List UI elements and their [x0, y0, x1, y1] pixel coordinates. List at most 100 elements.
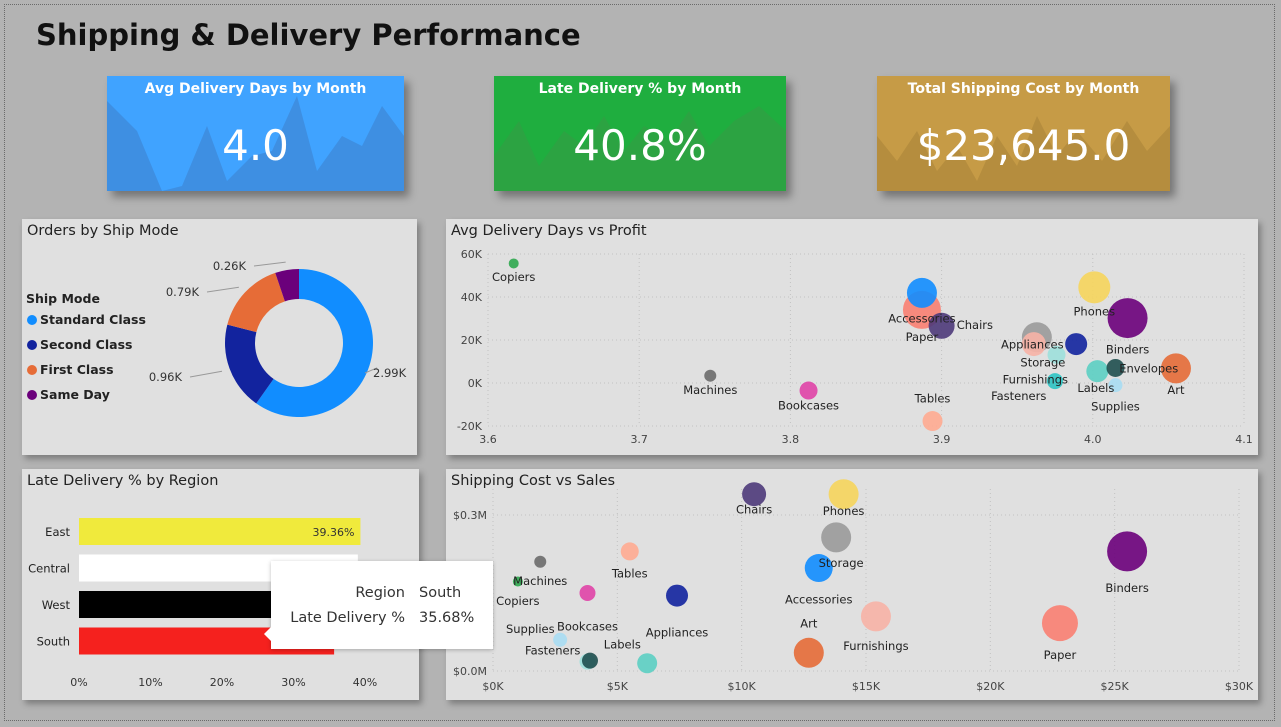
point-tables[interactable] [922, 411, 943, 432]
point-label-chairs: Chairs [957, 318, 993, 332]
orders-by-ship-mode-panel[interactable]: Orders by Ship Mode Ship Mode 2.99K Standa… [22, 219, 417, 455]
point-furnishings[interactable] [860, 601, 891, 632]
leader-line [206, 286, 239, 293]
legend-item-standard-class[interactable]: Standard Class [40, 312, 146, 327]
point-bookcases[interactable] [579, 585, 596, 601]
category-label-east: East [45, 525, 70, 539]
y-tick-label: -20K [457, 420, 483, 433]
shipping-cost-vs-sales-panel[interactable]: Shipping Cost vs Sales $0K $5K $10K $15K $20… [446, 469, 1258, 700]
data-label-east: 39.36% [312, 526, 354, 539]
x-tick-label: 4.0 [1084, 433, 1102, 446]
legend-marker-first-class [27, 365, 37, 375]
point-label-storage: Storage [819, 556, 864, 570]
legend-title: Ship Mode [26, 291, 100, 306]
kpi-card-avg-delivery-days[interactable]: Avg Delivery Days by Month 4.0 [107, 76, 404, 191]
chart-title: Avg Delivery Days vs Profit [451, 223, 647, 239]
x-tick-label: 3.6 [479, 433, 497, 446]
x-tick-label: 10% [138, 676, 162, 689]
point-label-copiers: Copiers [496, 594, 539, 608]
y-tick-label: $0.3M [453, 509, 487, 522]
point-bookcases[interactable] [799, 381, 818, 400]
point-paper[interactable] [1041, 605, 1078, 642]
kpi-card-total-shipping-cost[interactable]: Total Shipping Cost by Month $23,645.0 [877, 76, 1170, 191]
point-label-bookcases: Bookcases [557, 619, 618, 633]
y-tick-label: $0.0M [453, 665, 487, 678]
tooltip-value-late-pct: 35.68% [419, 610, 475, 626]
y-tick-label: 60K [461, 248, 483, 261]
point-labels[interactable] [1086, 360, 1109, 383]
point-label-accessories: Accessories [888, 311, 955, 325]
point-label-copiers: Copiers [492, 270, 535, 284]
point-labels[interactable] [637, 653, 658, 674]
avg-delivery-vs-profit-panel[interactable]: Avg Delivery Days vs Profit 3.6 3.7 3.8 3.9… [446, 219, 1258, 455]
x-tick-label: 3.8 [782, 433, 800, 446]
point-label-labels: Labels [1077, 381, 1114, 395]
point-art[interactable] [793, 637, 824, 668]
point-machines[interactable] [534, 555, 547, 568]
point-phones[interactable] [1078, 271, 1111, 304]
avg-delivery-vs-profit-chart[interactable]: 3.6 3.7 3.8 3.9 4.0 4.1 -20K 0K 20K 40K 60K Copiers… [446, 219, 1258, 455]
x-tick-label: 4.1 [1235, 433, 1253, 446]
point-envelopes[interactable] [581, 652, 598, 669]
point-accessories[interactable] [906, 277, 937, 308]
tooltip-key-late-pct: Late Delivery % [290, 610, 405, 626]
leader-line [189, 370, 223, 378]
chart-tooltip: Region South Late Delivery % 35.68% [264, 561, 493, 649]
leader-line [253, 261, 286, 267]
x-tick-label: 3.7 [630, 433, 648, 446]
point-label-paper: Paper [1044, 648, 1077, 662]
x-tick-label: $20K [976, 680, 1005, 693]
kpi-label: Late Delivery % by Month [538, 81, 742, 97]
point-label-supplies: Supplies [1091, 400, 1140, 414]
point-label-appliances: Appliances [1001, 338, 1064, 352]
category-label-west: West [42, 598, 71, 612]
page-title: Shipping & Delivery Performance [36, 18, 581, 52]
point-copiers2[interactable] [1065, 333, 1088, 356]
data-label-first-class: 0.79K [166, 285, 200, 299]
tooltip-key-region: Region [355, 585, 405, 601]
point-label-tables: Tables [914, 391, 951, 405]
kpi-card-late-delivery-pct[interactable]: Late Delivery % by Month 40.8% [494, 76, 786, 191]
point-appliances[interactable] [666, 584, 689, 607]
x-tick-label: 40% [353, 676, 377, 689]
legend-marker-same-day [27, 390, 37, 400]
point-label-machines: Machines [683, 383, 737, 397]
kpi-label: Avg Delivery Days by Month [144, 81, 367, 97]
x-tick-label: $0K [482, 680, 504, 693]
point-label-supplies: Supplies [506, 622, 555, 636]
point-label-binders: Binders [1106, 343, 1149, 357]
tooltip-pointer [264, 627, 271, 641]
shipping-cost-vs-sales-chart[interactable]: $0K $5K $10K $15K $20K $25K $30K $0.0M $0.3M Chai… [446, 469, 1258, 700]
kpi-value: 40.8% [573, 121, 707, 170]
x-tick-label: $5K [607, 680, 629, 693]
slice-first-class[interactable] [227, 272, 285, 333]
point-label-art: Art [1167, 383, 1185, 397]
data-label-second-class: 0.96K [149, 370, 183, 384]
y-tick-label: 20K [461, 334, 483, 347]
x-tick-label: 3.9 [933, 433, 951, 446]
point-binders[interactable] [1107, 531, 1148, 572]
point-label-storage: Storage [1020, 355, 1065, 369]
point-storage[interactable] [821, 522, 852, 553]
legend-item-same-day[interactable]: Same Day [40, 387, 110, 402]
x-tick-label: $10K [728, 680, 757, 693]
point-label-labels: Labels [604, 638, 641, 652]
point-label-tables: Tables [611, 566, 648, 580]
category-label-south: South [37, 635, 70, 649]
y-tick-label: 40K [461, 291, 483, 304]
legend-marker-standard-class [27, 315, 37, 325]
chart-title: Shipping Cost vs Sales [451, 473, 616, 489]
orders-by-ship-mode-chart[interactable]: Ship Mode 2.99K Standard Class 0.96K Second … [22, 219, 417, 455]
data-label-same-day: 0.26K [213, 259, 247, 273]
legend-item-first-class[interactable]: First Class [40, 362, 114, 377]
point-label-fasteners: Fasteners [525, 643, 580, 657]
point-tables[interactable] [620, 542, 639, 561]
x-tick-label: $15K [852, 680, 881, 693]
y-tick-label: 0K [468, 377, 483, 390]
point-label-furnishings: Furnishings [843, 639, 908, 653]
point-machines[interactable] [704, 369, 717, 382]
legend-item-second-class[interactable]: Second Class [40, 337, 132, 352]
point-label-furnishings: Furnishings [1003, 373, 1068, 387]
point-label-art: Art [800, 616, 818, 630]
point-copiers[interactable] [508, 258, 519, 269]
